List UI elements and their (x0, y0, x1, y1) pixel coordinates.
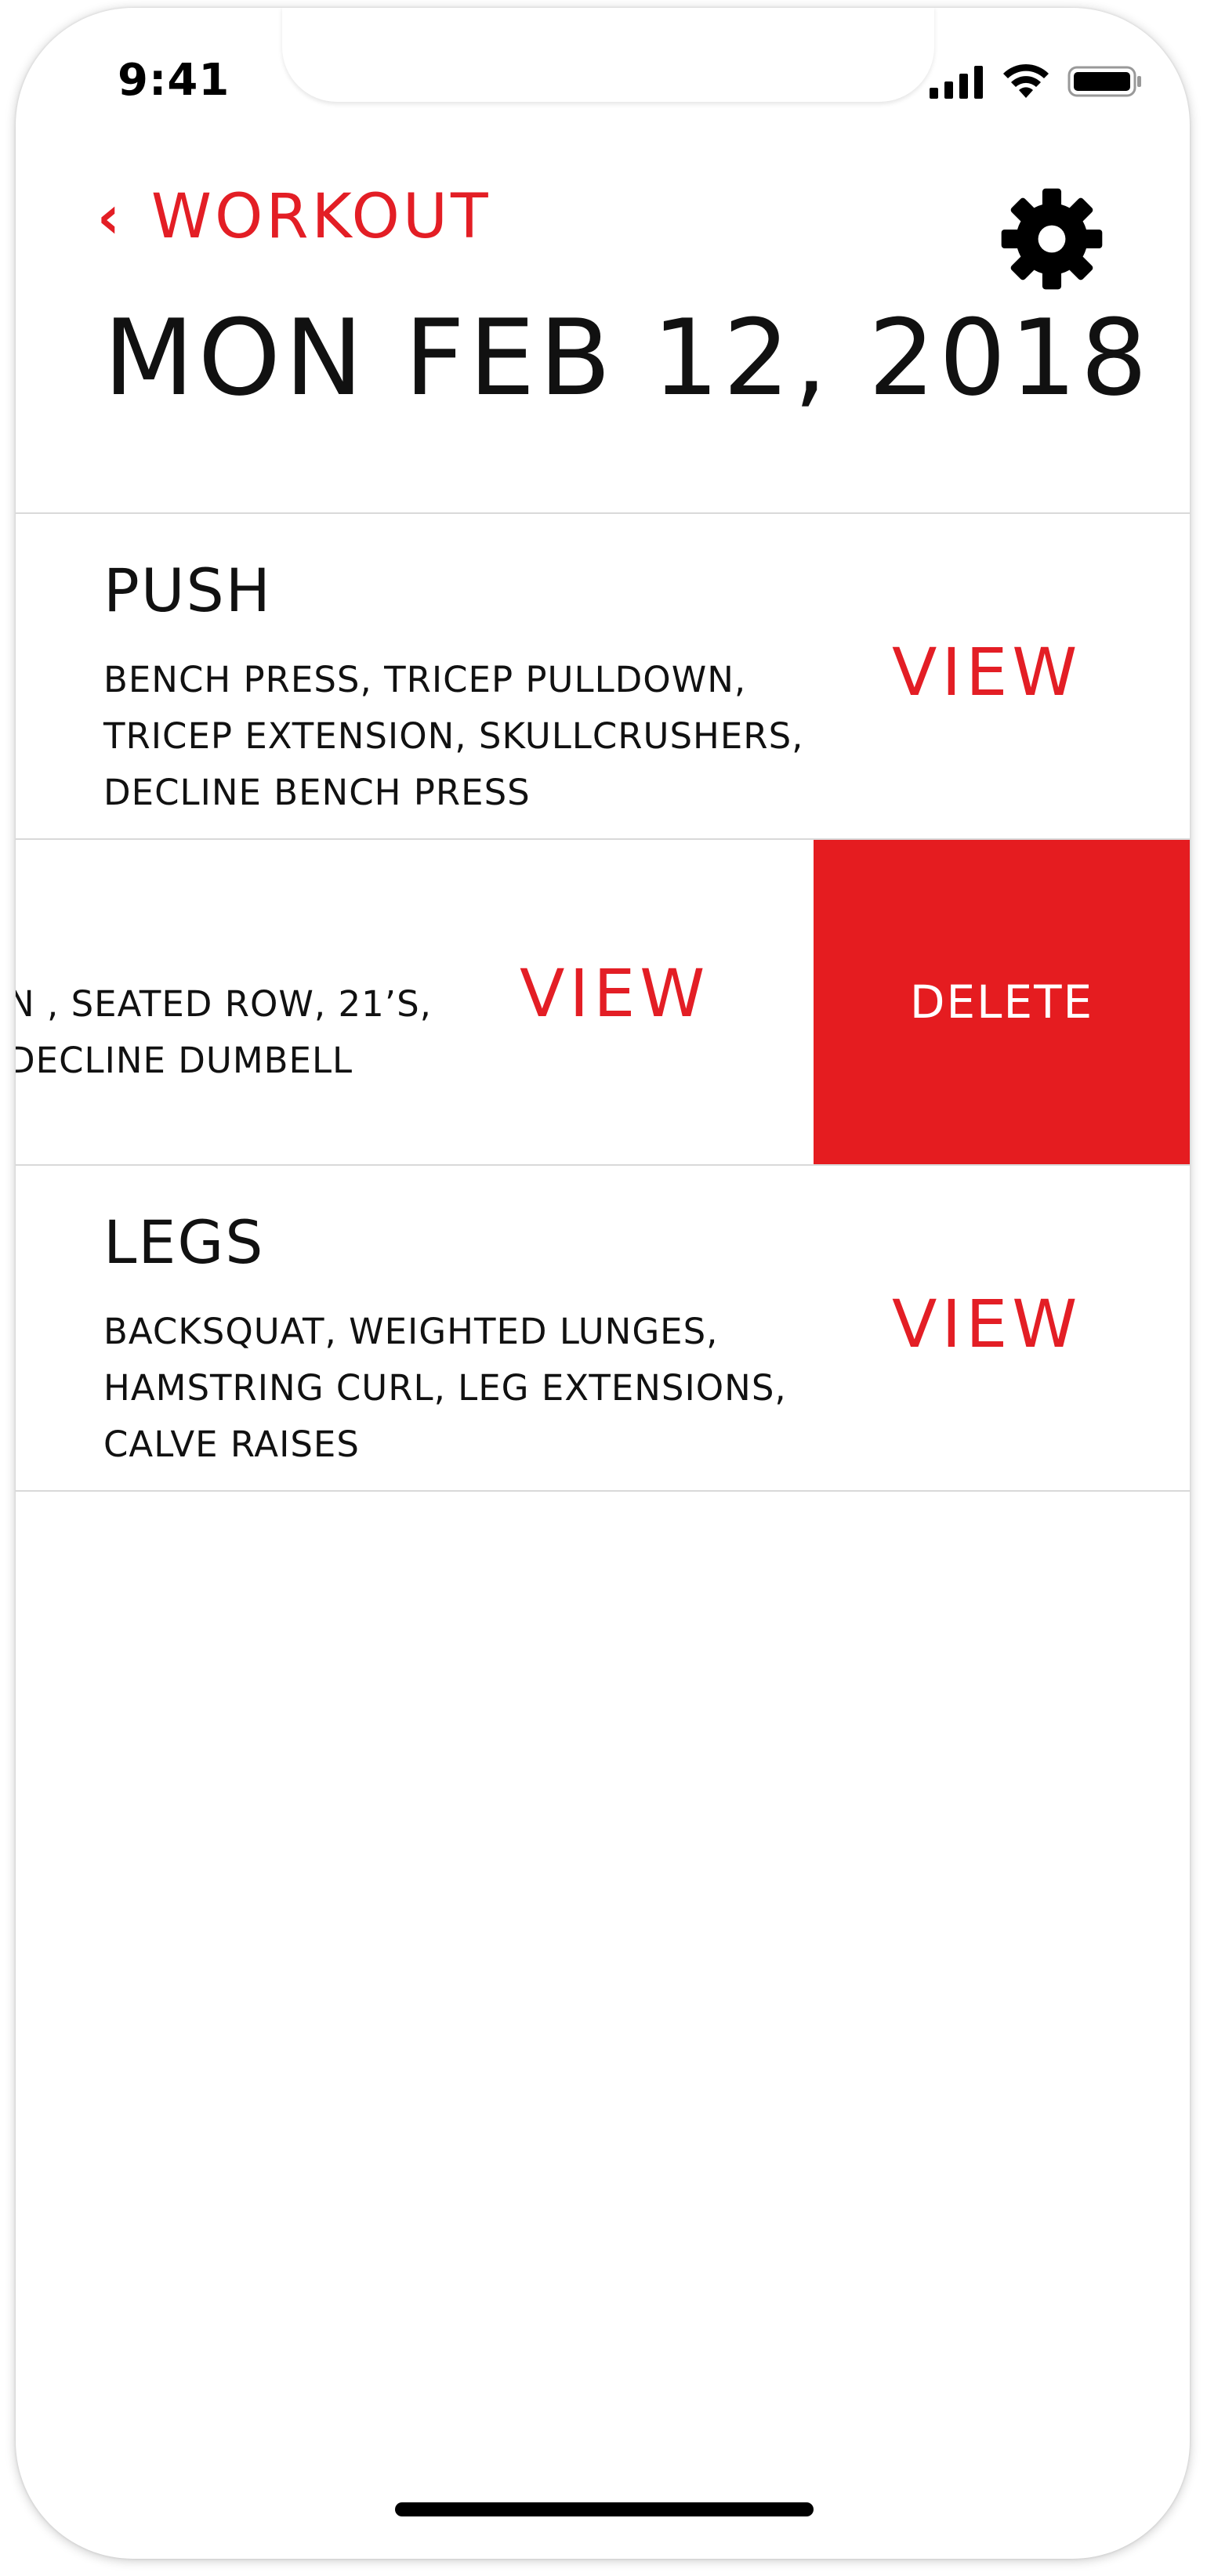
workout-name: PUSH (103, 555, 272, 625)
cellular-signal-icon (930, 66, 983, 99)
status-time: 9:41 (118, 55, 230, 106)
workout-row-swiped[interactable]: N , SEATED ROW, 21’S, DECLINE DUMBELL VI… (16, 840, 1190, 1164)
view-button[interactable]: VIEW (892, 1291, 1082, 1357)
view-button[interactable]: VIEW (520, 961, 709, 1026)
exercise-line: DECLINE BENCH PRESS (103, 772, 531, 813)
back-label: WORKOUT (150, 182, 491, 252)
exercise-line: DECLINE DUMBELL (16, 1040, 353, 1081)
exercise-line: BENCH PRESS, TRICEP PULLDOWN, (103, 659, 747, 700)
workout-row-legs[interactable]: LEGS BACKSQUAT, WEIGHTED LUNGES, HAMSTRI… (16, 1166, 1190, 1490)
workout-exercises: BACKSQUAT, WEIGHTED LUNGES, HAMSTRING CU… (103, 1304, 856, 1473)
gear-icon[interactable] (999, 186, 1104, 291)
exercise-line: TRICEP EXTENSION, SKULLCRUSHERS, (103, 715, 804, 757)
workout-exercises: N , SEATED ROW, 21’S, DECLINE DUMBELL (16, 976, 494, 1089)
view-button[interactable]: VIEW (892, 639, 1082, 705)
exercise-line: HAMSTRING CURL, LEG EXTENSIONS, (103, 1367, 787, 1409)
exercise-line: BACKSQUAT, WEIGHTED LUNGES, (103, 1311, 719, 1352)
exercise-line: N , SEATED ROW, 21’S, (16, 983, 432, 1025)
status-icons (930, 63, 1143, 99)
battery-icon (1067, 66, 1141, 97)
chevron-left-icon: ‹ (97, 181, 120, 253)
divider (16, 1490, 1190, 1492)
exercise-line: CALVE RAISES (103, 1424, 360, 1465)
device-notch (282, 8, 934, 102)
page-title: MON FEB 12, 2018 (103, 297, 1151, 419)
workout-name: LEGS (103, 1207, 265, 1277)
workout-row-push[interactable]: PUSH BENCH PRESS, TRICEP PULLDOWN, TRICE… (16, 514, 1190, 838)
delete-label: DELETE (909, 975, 1094, 1029)
back-button[interactable]: ‹ WORKOUT (97, 186, 491, 248)
workout-exercises: BENCH PRESS, TRICEP PULLDOWN, TRICEP EXT… (103, 652, 856, 821)
delete-button[interactable]: DELETE (814, 840, 1190, 1164)
phone-screen: 9:41 ‹ WORKOUT MON FEB 12, 2018 PUSH BEN… (16, 8, 1190, 2559)
wifi-icon (1003, 63, 1049, 98)
home-indicator[interactable] (395, 2502, 814, 2516)
